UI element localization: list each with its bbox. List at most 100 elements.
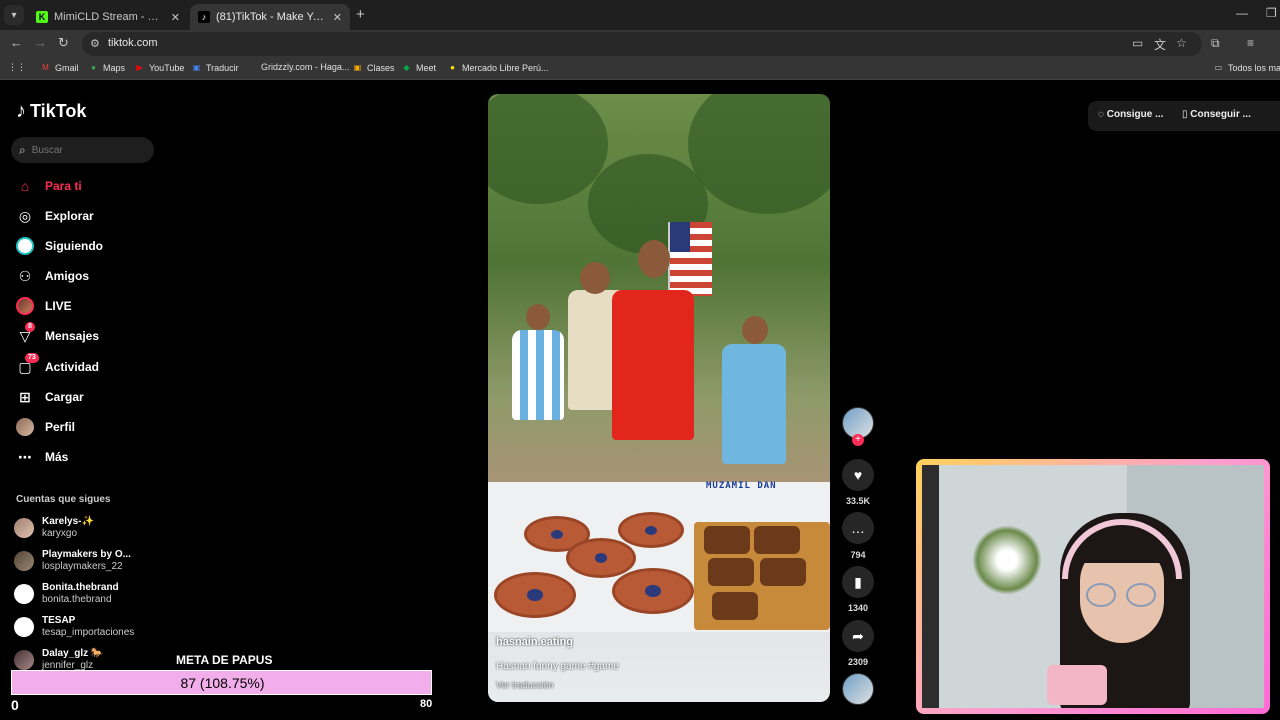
minimize-icon[interactable]: —: [1236, 6, 1248, 20]
reading-list-icon[interactable]: ≡: [1247, 36, 1254, 50]
bookmark-gmail[interactable]: M Gmail: [40, 62, 78, 73]
tiktok-logo[interactable]: ♪ TikTok: [16, 100, 86, 123]
mercadolibre-icon: ●: [450, 63, 455, 72]
tab-title: MimiCLD Stream - Watch Live o: [54, 11, 165, 23]
translate-icon: ▣: [192, 63, 201, 72]
following-account[interactable]: Bonita.thebrand bonita.thebrand: [14, 582, 119, 606]
bowl: [566, 538, 636, 578]
following-account[interactable]: Playmakers by O... losplaymakers_22: [14, 549, 131, 573]
new-tab-icon[interactable]: +: [356, 6, 365, 23]
bowl: [618, 512, 684, 548]
coin-icon: ◌: [1098, 109, 1107, 120]
american-flag: [668, 222, 712, 296]
avatar: [14, 650, 34, 670]
extensions-icon[interactable]: ⧉: [1211, 36, 1220, 51]
comment-icon: …: [851, 520, 865, 536]
tab-tiktok[interactable]: ♪ (81)TikTok - Make Your Day ✕: [190, 4, 350, 30]
get-app-button[interactable]: ▯ Conseguir ...: [1182, 109, 1251, 120]
nav-amigos[interactable]: ⚇ Amigos: [16, 266, 89, 286]
nav-live[interactable]: LIVE: [16, 296, 72, 316]
home-icon: ⌂: [20, 178, 30, 194]
bookmark-gridzzly[interactable]: Gridzzly.com - Haga...: [261, 62, 349, 72]
bread: [712, 592, 758, 620]
live-icon: [16, 297, 34, 315]
comment-count: 794: [850, 550, 866, 560]
share-button[interactable]: ➦: [842, 620, 874, 652]
bookmark-traducir[interactable]: ▣ Traducir: [191, 62, 239, 73]
blue-shirt-person: [722, 344, 786, 464]
phone-prop: [1047, 665, 1107, 705]
following-account[interactable]: TESAP tesap_importaciones: [14, 615, 134, 639]
nav-siguiendo[interactable]: Siguiendo: [16, 236, 103, 256]
upload-icon: ⊞: [19, 388, 31, 405]
avatar: [14, 617, 34, 637]
translate-page-icon[interactable]: 文: [1154, 36, 1166, 53]
video-username[interactable]: hasnain.eating: [496, 636, 573, 648]
more-icon: ⋯: [18, 448, 32, 465]
music-disc-avatar[interactable]: [842, 673, 874, 705]
site-info-icon[interactable]: ⚙: [90, 37, 100, 50]
bookmark-mercadolibre[interactable]: ● Mercado Libre Perú...: [447, 62, 548, 73]
restore-icon[interactable]: ❐: [1266, 6, 1277, 20]
get-coins-button[interactable]: ◌ Consigue ...: [1098, 109, 1163, 120]
nav-perfil[interactable]: Perfil: [16, 417, 75, 437]
close-icon[interactable]: ✕: [333, 11, 342, 24]
reload-icon[interactable]: ↻: [58, 35, 69, 51]
search-icon: ⌕: [19, 142, 26, 157]
get-app-pills: ◌ Consigue ... ▯ Conseguir ...: [1088, 101, 1280, 131]
bookmark-youtube[interactable]: ▶ YouTube: [134, 62, 184, 73]
nav-mensajes[interactable]: ▽ 8 Mensajes: [16, 322, 99, 346]
cast-icon[interactable]: ▭: [1132, 36, 1143, 50]
head: [638, 240, 670, 278]
meet-icon: ◆: [403, 63, 410, 72]
nav-cargar[interactable]: ⊞ Cargar: [16, 387, 84, 407]
close-icon[interactable]: ✕: [171, 11, 180, 24]
avatar: [14, 584, 34, 604]
search-input[interactable]: [31, 144, 132, 156]
see-translation-link[interactable]: Ver traducción: [496, 680, 554, 690]
bookmark-button[interactable]: ▮: [842, 566, 874, 598]
messages-badge: 8: [25, 322, 35, 332]
classroom-icon: ▣: [353, 63, 362, 72]
head: [526, 304, 550, 330]
following-section-title: Cuentas que sigues: [16, 494, 111, 505]
avatar: [14, 518, 34, 538]
youtube-icon: ▶: [136, 63, 143, 72]
address-bar[interactable]: ⚙ tiktok.com: [82, 32, 1202, 56]
nav-para-ti[interactable]: ⌂ Para ti: [16, 176, 82, 196]
apps-icon[interactable]: ⋮⋮: [8, 62, 26, 73]
tab-mimicld[interactable]: K MimiCLD Stream - Watch Live o ✕: [28, 4, 188, 30]
search-box[interactable]: ⌕: [11, 137, 154, 163]
nav-actividad[interactable]: ▢ 73 Actividad: [16, 353, 99, 377]
nav-mas[interactable]: ⋯ Más: [16, 447, 68, 467]
share-count: 2309: [847, 657, 869, 667]
compass-icon: ◎: [18, 207, 32, 224]
tiktok-logo-text: TikTok: [30, 101, 87, 121]
following-account[interactable]: Karelys-✨ karyxgo: [14, 516, 94, 540]
nav-explorar[interactable]: ◎ Explorar: [16, 206, 94, 226]
goal-max: 80: [420, 698, 433, 710]
goal-min: 0: [11, 697, 19, 713]
flowers-decor: [972, 525, 1042, 595]
back-icon[interactable]: ←: [10, 35, 23, 50]
follow-plus-icon[interactable]: +: [852, 434, 864, 446]
head: [742, 316, 768, 344]
forward-icon[interactable]: →: [34, 35, 47, 50]
maps-icon: ●: [91, 63, 96, 72]
star-icon[interactable]: ☆: [1176, 36, 1187, 50]
bookmark-icon: ▮: [854, 573, 862, 590]
url-text[interactable]: tiktok.com: [108, 37, 158, 49]
comment-button[interactable]: …: [842, 512, 874, 544]
folder-icon: ▭: [1214, 63, 1223, 72]
tab-search-icon[interactable]: ▾: [4, 5, 24, 25]
bookmark-clases[interactable]: ▣ Clases: [352, 62, 395, 73]
child-person: [512, 330, 564, 420]
bookmark-maps[interactable]: ● Maps: [88, 62, 125, 73]
share-icon: ➦: [852, 627, 864, 644]
like-button[interactable]: ♥: [842, 459, 874, 491]
bookmark-meet[interactable]: ◆ Meet: [401, 62, 436, 73]
following-account[interactable]: Dalay_glz 🐎 jennifer_glz: [14, 648, 103, 672]
glasses-right: [1126, 583, 1156, 607]
video-player[interactable]: MUZAMIL DAN hasnain.eating Hasnan funny …: [488, 94, 830, 702]
all-bookmarks[interactable]: ▭ Todos los mar: [1213, 62, 1280, 73]
